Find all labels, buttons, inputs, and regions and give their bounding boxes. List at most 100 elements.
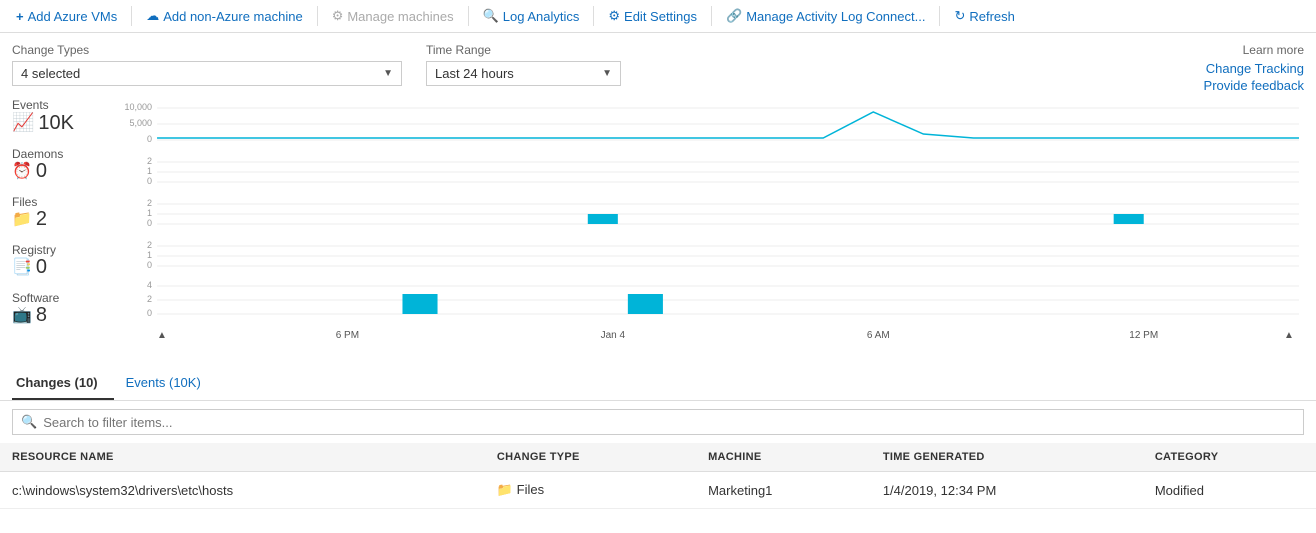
chart-svg-container: 10,000 5,000 0 2 1 0 2 1 0 [122, 98, 1304, 361]
add-non-azure-button[interactable]: ☁ Add non-Azure machine [138, 4, 310, 28]
svg-text:10,000: 10,000 [124, 102, 152, 112]
change-types-select[interactable]: 4 selected ▼ [12, 61, 402, 86]
legend-events: Events 📈 10K [12, 98, 122, 133]
gear-icon: ⚙ [608, 8, 620, 24]
manage-activity-label: Manage Activity Log Connect... [746, 9, 925, 24]
refresh-label: Refresh [969, 9, 1015, 24]
legend-software: Software 📺 8 [12, 291, 122, 325]
cell-time-generated: 1/4/2019, 12:34 PM [871, 472, 1143, 509]
svg-text:1: 1 [147, 250, 152, 260]
registry-label: Registry [12, 243, 122, 257]
software-value: 8 [36, 305, 47, 325]
daemons-icon: ⏰ [12, 161, 32, 181]
timeline-chart: 10,000 5,000 0 2 1 0 2 1 0 [122, 98, 1304, 358]
registry-icon: 📑 [12, 257, 32, 277]
change-types-value: 4 selected [21, 66, 80, 81]
search-bar: 🔍 [12, 409, 1304, 435]
events-chart-icon: 📈 [12, 112, 34, 133]
add-azure-vms-button[interactable]: + Add Azure VMs [8, 5, 125, 28]
time-range-select[interactable]: Last 24 hours ▼ [426, 61, 621, 86]
chart-area: Events 📈 10K Daemons ⏰ 0 Files 📁 2 Regis… [12, 92, 1304, 361]
search-input[interactable] [43, 415, 1295, 430]
col-machine: MACHINE [696, 443, 871, 472]
svg-text:▲: ▲ [157, 330, 167, 341]
svg-text:2: 2 [147, 240, 152, 250]
search-icon: 🔍 [483, 8, 499, 24]
svg-text:4: 4 [147, 280, 152, 290]
edit-settings-button[interactable]: ⚙ Edit Settings [600, 4, 705, 28]
legend-files: Files 📁 2 [12, 195, 122, 229]
svg-text:2: 2 [147, 156, 152, 166]
svg-text:Jan 4: Jan 4 [601, 330, 626, 341]
change-tracking-link[interactable]: Change Tracking [1204, 61, 1304, 76]
svg-text:1: 1 [147, 166, 152, 176]
toolbar-divider-4 [593, 6, 594, 26]
link-icon: 🔗 [726, 8, 742, 24]
time-range-filter: Time Range Last 24 hours ▼ [426, 43, 621, 86]
tab-changes[interactable]: Changes (10) [12, 369, 114, 400]
files-value: 2 [36, 209, 47, 229]
svg-text:12 PM: 12 PM [1129, 330, 1158, 341]
time-range-value: Last 24 hours [435, 66, 514, 81]
events-value: 10K [38, 113, 74, 133]
events-label: Events [12, 98, 122, 112]
add-non-azure-label: Add non-Azure machine [163, 9, 302, 24]
refresh-icon: ↻ [954, 8, 965, 24]
registry-value: 0 [36, 257, 47, 277]
add-azure-vms-label: Add Azure VMs [28, 9, 118, 24]
col-change-type: CHANGE TYPE [485, 443, 696, 472]
manage-activity-button[interactable]: 🔗 Manage Activity Log Connect... [718, 4, 933, 28]
log-analytics-button[interactable]: 🔍 Log Analytics [475, 4, 588, 28]
cloud-icon: ☁ [146, 8, 159, 24]
tab-events[interactable]: Events (10K) [122, 369, 217, 400]
svg-text:2: 2 [147, 294, 152, 304]
refresh-button[interactable]: ↻ Refresh [946, 4, 1022, 28]
edit-settings-label: Edit Settings [624, 9, 697, 24]
legend-registry: Registry 📑 0 [12, 243, 122, 277]
time-range-label: Time Range [426, 43, 621, 57]
col-category: CATEGORY [1143, 443, 1316, 472]
svg-text:0: 0 [147, 176, 152, 186]
chevron-down-icon: ▼ [383, 68, 393, 79]
daemons-label: Daemons [12, 147, 122, 161]
plus-icon: + [16, 9, 24, 24]
filters-row: Change Types 4 selected ▼ Time Range Las… [0, 33, 1316, 92]
toolbar: + Add Azure VMs ☁ Add non-Azure machine … [0, 0, 1316, 33]
events-tab-label: Events (10K) [126, 375, 201, 390]
cell-change-type: 📁 Files [485, 472, 696, 509]
svg-text:0: 0 [147, 260, 152, 270]
software-label: Software [12, 291, 122, 305]
svg-text:0: 0 [147, 218, 152, 228]
manage-machines-icon: ⚙ [332, 8, 344, 24]
file-type-icon: 📁 [497, 482, 513, 497]
search-icon: 🔍 [21, 414, 37, 430]
toolbar-divider-6 [939, 6, 940, 26]
svg-text:6 PM: 6 PM [336, 330, 359, 341]
provide-feedback-link[interactable]: Provide feedback [1204, 78, 1304, 93]
chart-legend: Events 📈 10K Daemons ⏰ 0 Files 📁 2 Regis… [12, 98, 122, 361]
table-row[interactable]: c:\windows\system32\drivers\etc\hosts 📁 … [0, 472, 1316, 509]
svg-text:0: 0 [147, 134, 152, 144]
toolbar-divider-2 [317, 6, 318, 26]
toolbar-divider-3 [468, 6, 469, 26]
manage-machines-button[interactable]: ⚙ Manage machines [324, 4, 462, 28]
cell-machine: Marketing1 [696, 472, 871, 509]
svg-text:6 AM: 6 AM [867, 330, 890, 341]
col-time-generated: TIME GENERATED [871, 443, 1143, 472]
change-types-label: Change Types [12, 43, 402, 57]
tabs-row: Changes (10) Events (10K) [0, 361, 1316, 401]
cell-category: Modified [1143, 472, 1316, 509]
cell-resource-name: c:\windows\system32\drivers\etc\hosts [0, 472, 485, 509]
manage-machines-label: Manage machines [347, 9, 453, 24]
col-resource-name: RESOURCE NAME [0, 443, 485, 472]
changes-tab-label: Changes (10) [16, 375, 98, 390]
toolbar-divider-5 [711, 6, 712, 26]
files-label: Files [12, 195, 122, 209]
log-analytics-label: Log Analytics [503, 9, 580, 24]
learn-more-section: Learn more Change Tracking Provide feedb… [1204, 43, 1304, 95]
files-icon: 📁 [12, 209, 32, 229]
data-table: RESOURCE NAME CHANGE TYPE MACHINE TIME G… [0, 443, 1316, 509]
svg-text:5,000: 5,000 [130, 118, 153, 128]
learn-more-title: Learn more [1204, 43, 1304, 57]
svg-text:2: 2 [147, 198, 152, 208]
